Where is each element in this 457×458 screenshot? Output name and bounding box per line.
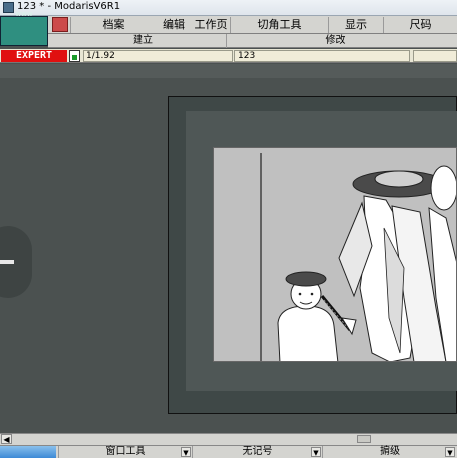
- drawing-canvas[interactable]: [213, 147, 457, 362]
- small-cap: [285, 271, 327, 287]
- menu-worksheet[interactable]: 工作页: [192, 17, 230, 33]
- small-body: [277, 305, 339, 361]
- red-icon[interactable]: [52, 17, 68, 32]
- small-eye-left: [298, 292, 302, 296]
- no-mark-button[interactable]: 无记号: [192, 446, 322, 458]
- head-shape: [430, 165, 456, 211]
- bottom-blue-panel[interactable]: [0, 446, 56, 458]
- workspace-header: [0, 64, 457, 78]
- modify-button[interactable]: 修改: [226, 34, 444, 48]
- hat-crown: [374, 170, 424, 188]
- menu-edit[interactable]: 编辑: [156, 17, 192, 33]
- ribbon: [341, 317, 357, 336]
- name-field[interactable]: 123: [234, 50, 410, 62]
- menu-file[interactable]: 档案: [70, 17, 156, 33]
- logo: [0, 16, 48, 46]
- window-tools-button[interactable]: 窗口工具: [58, 446, 192, 458]
- chevron-down-icon[interactable]: ▼: [445, 447, 455, 457]
- extra-field[interactable]: [413, 50, 457, 62]
- document-status-dot: [72, 55, 77, 60]
- chevron-down-icon[interactable]: ▼: [181, 447, 191, 457]
- create-button[interactable]: 建立: [60, 34, 226, 48]
- menu-display[interactable]: 显示: [328, 17, 383, 33]
- horizontal-scrollbar[interactable]: [0, 433, 457, 445]
- logo-text: www: [15, 10, 33, 18]
- grade-button[interactable]: 掮级: [322, 446, 457, 458]
- scroll-left-arrow-icon[interactable]: ◀: [1, 434, 12, 444]
- small-eye-right: [310, 292, 314, 296]
- menu-cutting-tools[interactable]: 切角工具: [230, 17, 328, 33]
- chevron-down-icon[interactable]: ▼: [311, 447, 321, 457]
- handle-grip-icon: [0, 260, 14, 264]
- menu-size[interactable]: 尺码: [383, 17, 457, 33]
- expert-mode-badge[interactable]: EXPERT: [1, 50, 67, 62]
- illustration: [260, 153, 456, 361]
- scale-field[interactable]: 1/1.92: [83, 50, 233, 62]
- scroll-thumb[interactable]: [357, 435, 371, 443]
